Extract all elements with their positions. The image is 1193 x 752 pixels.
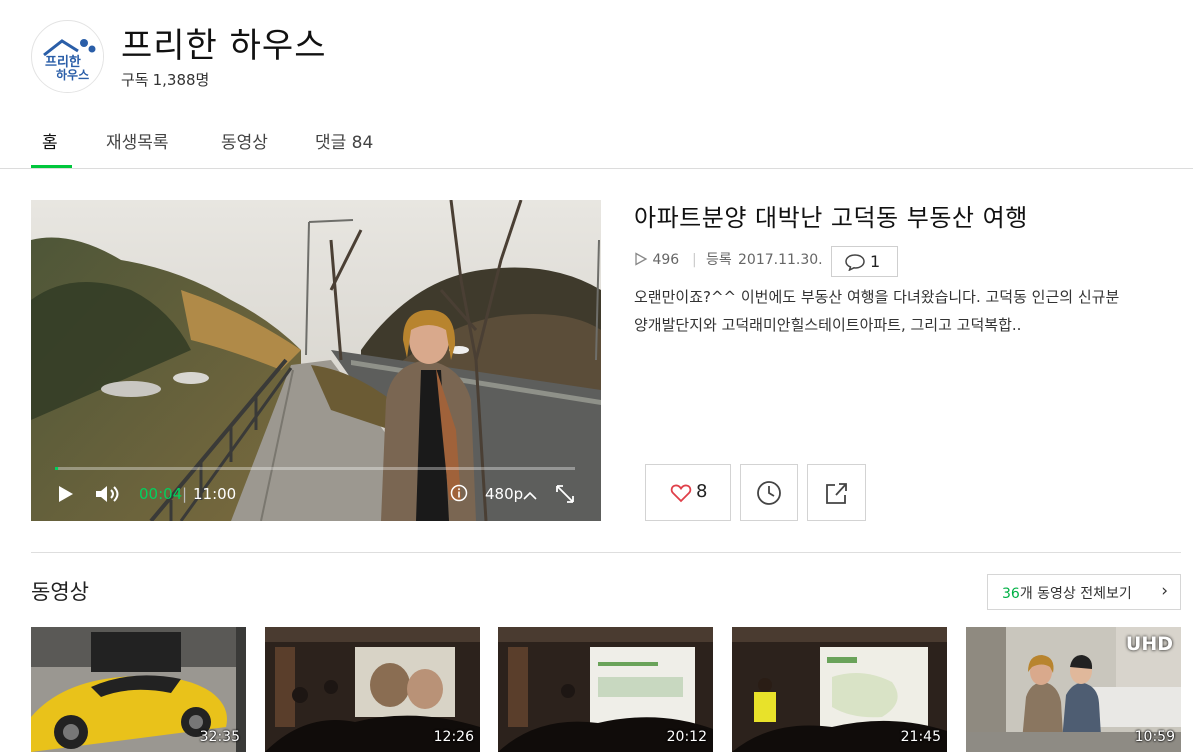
upload-date: 2017.11.30.: [738, 252, 823, 268]
video-thumbnail[interactable]: 20:12: [498, 627, 713, 752]
comment-icon: [845, 254, 865, 271]
video-count: 36: [1002, 586, 1020, 602]
tab-comments[interactable]: 댓글 84: [315, 128, 373, 153]
video-duration: 21:45: [900, 729, 941, 745]
meta-separator: |: [692, 252, 697, 268]
clock-icon: [757, 481, 781, 505]
play-count-icon: [635, 252, 648, 266]
video-thumbnail[interactable]: UHD 10:59: [966, 627, 1181, 752]
view-count: 496: [634, 252, 679, 268]
subscriber-count: 1,388명: [152, 71, 210, 89]
like-button[interactable]: 8: [645, 464, 731, 521]
registered-label: 등록: [706, 252, 732, 268]
fullscreen-icon[interactable]: [555, 484, 575, 508]
subscribe-label[interactable]: 구독: [121, 71, 149, 89]
tab-videos[interactable]: 동영상: [221, 128, 268, 153]
video-thumbnail[interactable]: 12:26: [265, 627, 480, 752]
quality-selector[interactable]: 480p: [485, 485, 523, 503]
progress-bar[interactable]: [55, 466, 575, 472]
active-tab-indicator: [31, 165, 72, 168]
comment-count: 1: [870, 252, 881, 271]
tab-home[interactable]: 홈: [42, 128, 58, 153]
video-duration: 10:59: [1134, 729, 1175, 745]
comment-button[interactable]: 1: [831, 246, 898, 277]
video-player[interactable]: 00:04 | 11:00 480p: [31, 200, 601, 521]
heart-icon: [670, 484, 692, 503]
uhd-badge: UHD: [1125, 633, 1173, 655]
video-description: 오랜만이죠?^^ 이번에도 부동산 여행을 다녀왔습니다. 고덕동 인근의 신규…: [634, 288, 1120, 334]
svg-text:하우스: 하우스: [56, 67, 89, 82]
current-time: 00:04: [139, 485, 183, 503]
video-title: 아파트분양 대박난 고덕동 부동산 여행: [634, 204, 1028, 232]
info-icon[interactable]: [450, 484, 468, 506]
like-count: 8: [696, 481, 708, 502]
video-thumbnail[interactable]: 21:45: [732, 627, 947, 752]
see-all-label: 개 동영상 전체보기: [1019, 586, 1132, 602]
volume-icon[interactable]: [95, 484, 125, 508]
video-thumbnail[interactable]: 32:35: [31, 627, 246, 752]
chevron-right-icon: ›: [1161, 581, 1168, 601]
video-duration: 32:35: [199, 729, 240, 745]
time-separator: |: [182, 485, 188, 503]
share-button[interactable]: [807, 464, 866, 521]
total-duration: 11:00: [193, 485, 237, 503]
channel-tabs: 홈 재생목록 동영상 댓글 84: [0, 112, 1193, 169]
view-count-value: 496: [652, 252, 680, 268]
see-all-videos-button[interactable]: 36개 동영상 전체보기 ›: [987, 574, 1181, 610]
share-icon: [826, 483, 847, 504]
play-icon[interactable]: [58, 485, 74, 507]
channel-logo[interactable]: 프리한 하우스: [31, 20, 104, 93]
watch-later-button[interactable]: [740, 464, 798, 521]
video-duration: 12:26: [433, 729, 474, 745]
video-duration: 20:12: [666, 729, 707, 745]
video-frame: [31, 200, 601, 521]
videos-section-title: 동영상: [31, 580, 89, 604]
section-divider: [31, 552, 1181, 553]
subscriber-info: 구독 1,388명: [121, 69, 213, 90]
tab-playlists[interactable]: 재생목록: [106, 128, 169, 153]
chevron-up-icon[interactable]: [523, 487, 537, 505]
channel-name[interactable]: 프리한 하우스: [121, 18, 327, 67]
